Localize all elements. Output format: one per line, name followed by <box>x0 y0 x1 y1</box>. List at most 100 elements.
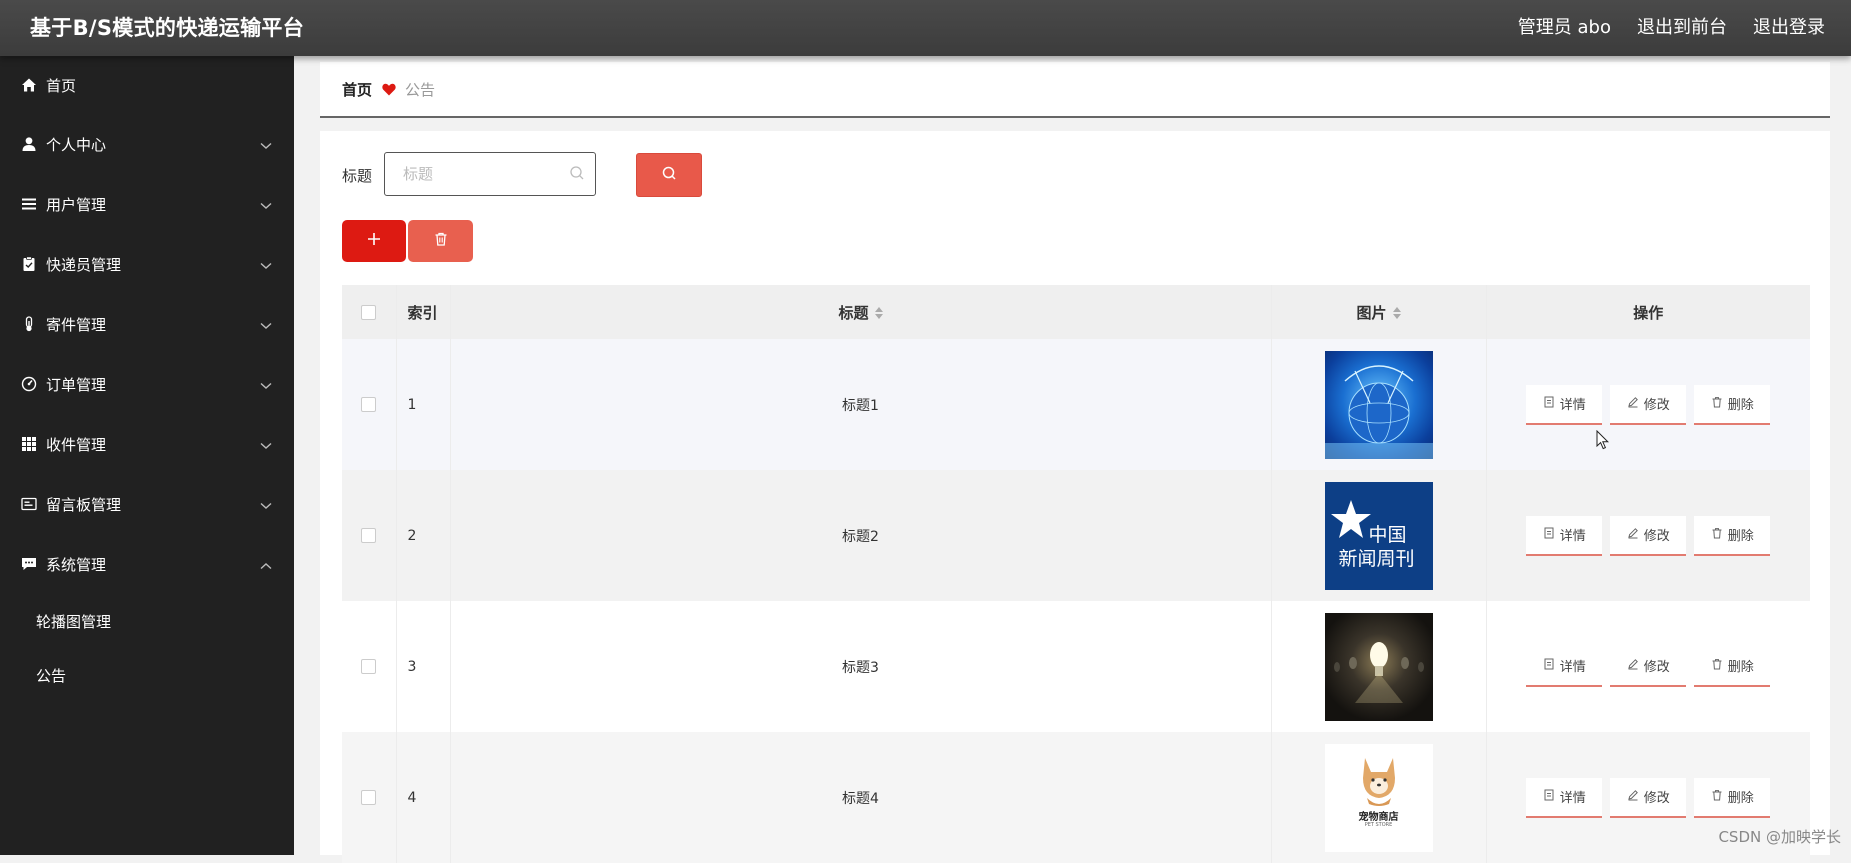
search-label: 标题 <box>342 167 373 185</box>
sidebar-item-home[interactable]: 首页 <box>0 56 294 114</box>
row-checkbox[interactable] <box>361 790 377 805</box>
detail-button[interactable]: 详情 <box>1526 384 1603 425</box>
row-checkbox[interactable] <box>361 528 377 543</box>
header-links: 管理员 abo 退出到前台 退出登录 <box>1518 13 1825 39</box>
trash-icon <box>433 231 449 251</box>
gauge-icon <box>20 375 38 393</box>
main-content: 标题 索引 标题 图片 <box>320 131 1830 863</box>
home-icon <box>20 76 38 94</box>
search-button[interactable] <box>636 153 702 197</box>
select-all-checkbox[interactable] <box>361 305 377 320</box>
chat-icon <box>20 555 38 573</box>
sort-icon <box>874 307 883 319</box>
row-check-cell <box>342 470 397 601</box>
sidebar-item-user-management[interactable]: 用户管理 <box>0 174 294 234</box>
edit-button[interactable]: 修改 <box>1610 646 1687 687</box>
breadcrumb-home-link[interactable]: 首页 <box>342 79 372 100</box>
top-header: 基于B/S模式的快递运输平台 管理员 abo 退出到前台 退出登录 <box>0 0 1851 56</box>
row-index: 1 <box>396 339 451 470</box>
title-header[interactable]: 标题 <box>450 285 1272 339</box>
row-actions: 详情 修改 删除 <box>1486 339 1810 470</box>
search-icon <box>661 165 677 185</box>
logo-text-line-2: PET STORE <box>1364 821 1393 828</box>
delete-button[interactable]: 删除 <box>1694 777 1771 818</box>
detail-button[interactable]: 详情 <box>1526 777 1603 818</box>
chevron-down-icon <box>260 496 272 514</box>
edit-icon <box>1627 658 1639 674</box>
table-row: 4 标题4 宠物商店 PET STORE 详情 修改 删除 <box>342 732 1810 863</box>
sidebar-item-message-board-management[interactable]: 留言板管理 <box>0 474 294 534</box>
detail-label: 详情 <box>1559 660 1586 675</box>
sidebar-item-courier-management[interactable]: 快递员管理 <box>0 234 294 294</box>
sidebar-item-system-management[interactable]: 系统管理 <box>0 534 294 594</box>
sidebar-subitem-carousel-management[interactable]: 轮播图管理 <box>0 594 294 648</box>
mouse-cursor-icon <box>1596 429 1610 454</box>
table-header-row: 索引 标题 图片 操作 <box>342 285 1810 339</box>
batch-delete-button[interactable] <box>408 220 473 262</box>
search-input[interactable] <box>401 153 585 195</box>
sidebar-item-label: 订单管理 <box>46 375 107 394</box>
add-button[interactable] <box>342 220 406 262</box>
row-check-cell <box>342 601 397 732</box>
title-header-label: 标题 <box>838 303 869 322</box>
table-row: 2 标题2 中国 新闻周刊 详情 修改 删除 <box>342 470 1810 601</box>
breadcrumb-current: 公告 <box>405 80 436 99</box>
news-weekly-logo-image: 中国 新闻周刊 <box>1324 481 1433 590</box>
thermometer-icon <box>20 315 38 333</box>
index-header: 索引 <box>396 285 451 339</box>
plus-icon <box>366 231 382 251</box>
delete-button[interactable]: 删除 <box>1694 646 1771 687</box>
row-title: 标题2 <box>450 470 1272 601</box>
edit-label: 修改 <box>1643 398 1670 413</box>
image-header[interactable]: 图片 <box>1271 285 1487 339</box>
edit-icon <box>1627 396 1639 412</box>
chevron-down-icon <box>260 436 272 454</box>
list-icon <box>20 195 38 213</box>
edit-button[interactable]: 修改 <box>1610 384 1687 425</box>
sidebar-item-shipment-management[interactable]: 寄件管理 <box>0 294 294 354</box>
delete-label: 删除 <box>1727 529 1754 544</box>
row-index: 3 <box>396 601 451 732</box>
edit-label: 修改 <box>1643 791 1670 806</box>
image-header-label: 图片 <box>1356 303 1387 322</box>
table-row: 3 标题3 详情 修改 删除 <box>342 601 1810 732</box>
logout-link[interactable]: 退出登录 <box>1753 13 1825 39</box>
message-card-icon <box>20 495 38 513</box>
edit-icon <box>1627 789 1639 805</box>
user-icon <box>20 135 38 153</box>
row-check-cell <box>342 732 397 863</box>
actions-header: 操作 <box>1633 303 1664 322</box>
sidebar-item-receipt-management[interactable]: 收件管理 <box>0 414 294 474</box>
trash-icon <box>1711 658 1723 674</box>
sidebar-subitem-announcement[interactable]: 公告 <box>0 648 294 702</box>
sidebar-item-personal-center[interactable]: 个人中心 <box>0 114 294 174</box>
watermark: CSDN @加映学长 <box>1718 828 1841 846</box>
trash-icon <box>1711 789 1723 805</box>
edit-button[interactable]: 修改 <box>1610 515 1687 556</box>
row-actions: 详情 修改 删除 <box>1486 470 1810 601</box>
edit-label: 修改 <box>1643 660 1670 675</box>
exit-to-front-link[interactable]: 退出到前台 <box>1637 13 1727 39</box>
chevron-down-icon <box>260 256 272 274</box>
admin-user-label: 管理员 abo <box>1517 17 1611 38</box>
delete-button[interactable]: 删除 <box>1694 515 1771 556</box>
row-image-cell <box>1271 601 1487 732</box>
detail-label: 详情 <box>1559 529 1586 544</box>
document-icon <box>1543 789 1555 805</box>
document-icon <box>1543 658 1555 674</box>
trash-icon <box>1711 396 1723 412</box>
detail-label: 详情 <box>1559 791 1586 806</box>
row-check-cell <box>342 339 397 470</box>
chevron-down-icon <box>260 196 272 214</box>
row-title: 标题1 <box>450 339 1272 470</box>
detail-button[interactable]: 详情 <box>1526 515 1603 556</box>
sidebar-item-order-management[interactable]: 订单管理 <box>0 354 294 414</box>
delete-button[interactable]: 删除 <box>1694 384 1771 425</box>
clipboard-icon <box>20 255 38 273</box>
row-checkbox[interactable] <box>361 659 377 674</box>
row-checkbox[interactable] <box>361 397 377 412</box>
trash-icon <box>1711 527 1723 543</box>
detail-button[interactable]: 详情 <box>1526 646 1603 687</box>
edit-button[interactable]: 修改 <box>1610 777 1687 818</box>
chevron-down-icon <box>260 136 272 154</box>
